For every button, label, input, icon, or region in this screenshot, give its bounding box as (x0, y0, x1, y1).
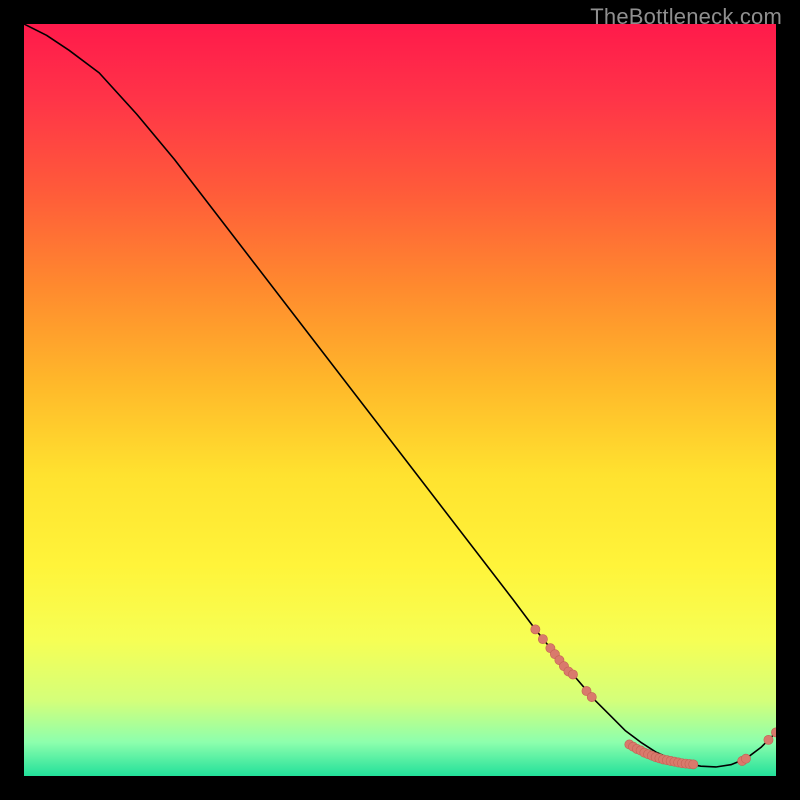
data-marker (538, 635, 547, 644)
data-marker (741, 754, 750, 763)
data-marker (689, 760, 698, 769)
gradient-background (24, 24, 776, 776)
data-marker (531, 625, 540, 634)
data-marker (587, 692, 596, 701)
data-marker (764, 735, 773, 744)
chart-svg (24, 24, 776, 776)
plot-area (24, 24, 776, 776)
data-marker (568, 670, 577, 679)
chart-container: TheBottleneck.com (0, 0, 800, 800)
